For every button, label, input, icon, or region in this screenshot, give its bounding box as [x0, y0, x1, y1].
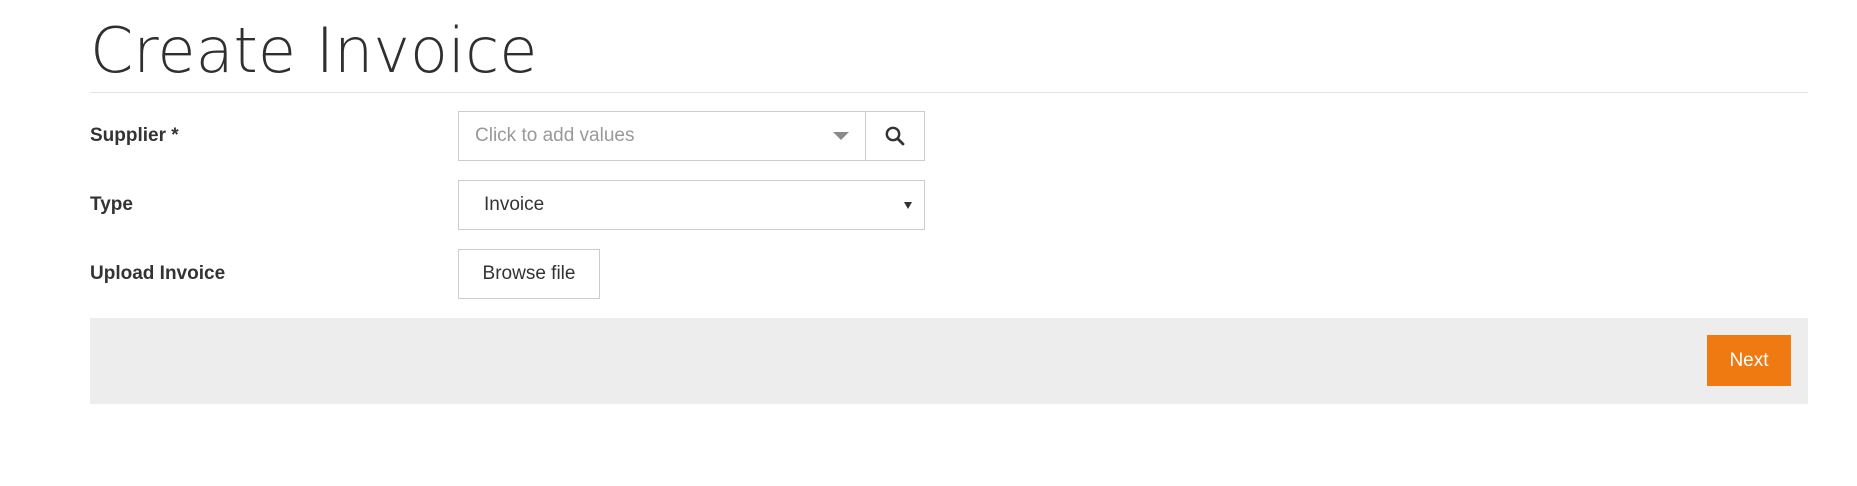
- create-invoice-page: Create Invoice Supplier * Click to add v…: [0, 0, 1857, 486]
- footer-action-bar: Next: [90, 318, 1808, 404]
- upload-label: Upload Invoice: [90, 263, 226, 284]
- type-select[interactable]: Invoice: [458, 180, 925, 230]
- type-control: Invoice: [458, 180, 925, 230]
- page-title: Create Invoice: [90, 14, 538, 87]
- upload-control: Browse file: [458, 249, 600, 299]
- supplier-label: Supplier *: [90, 125, 179, 146]
- caret-down-icon: [904, 201, 912, 209]
- supplier-placeholder: Click to add values: [475, 125, 635, 146]
- supplier-row: Supplier * Click to add values: [90, 111, 1808, 161]
- type-selected-value: Invoice: [484, 194, 545, 215]
- next-button[interactable]: Next: [1707, 335, 1791, 386]
- type-label: Type: [90, 194, 133, 215]
- search-icon: [885, 126, 905, 146]
- supplier-input[interactable]: Click to add values: [458, 111, 865, 161]
- supplier-control: Click to add values: [458, 111, 925, 161]
- caret-down-icon[interactable]: [833, 132, 849, 140]
- type-row: Type Invoice: [90, 180, 1808, 230]
- upload-row: Upload Invoice Browse file: [90, 249, 1808, 299]
- title-divider: [90, 92, 1808, 93]
- browse-file-button[interactable]: Browse file: [458, 249, 600, 299]
- supplier-search-button[interactable]: [865, 111, 925, 161]
